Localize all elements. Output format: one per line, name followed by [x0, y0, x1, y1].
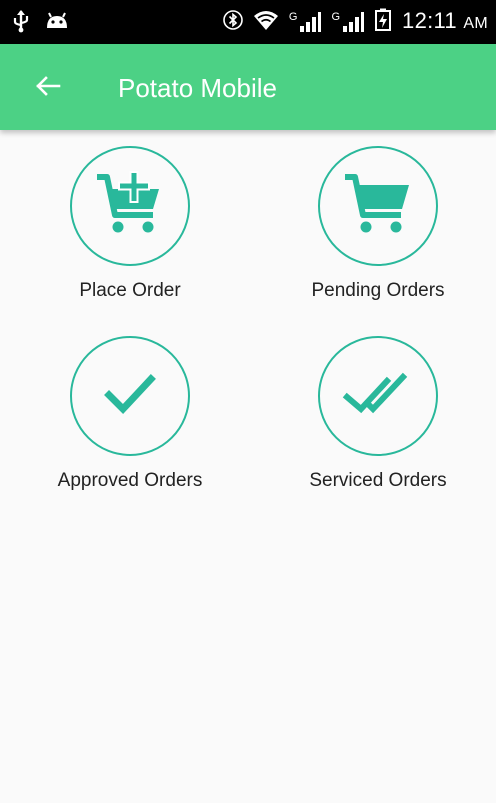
app-bar: Potato Mobile	[0, 44, 496, 130]
place-order-icon-circle	[70, 146, 190, 266]
approved-orders-label: Approved Orders	[57, 470, 203, 491]
wifi-icon	[253, 9, 279, 36]
cart-icon	[341, 167, 415, 246]
pending-orders-tile[interactable]: Pending Orders	[268, 146, 488, 316]
serviced-orders-icon-circle	[318, 336, 438, 456]
check-icon	[95, 359, 165, 434]
pending-orders-label: Pending Orders	[311, 280, 445, 301]
bluetooth-icon	[223, 8, 243, 37]
status-bar: G G 12:11 AM	[0, 0, 496, 44]
signal-icon-1: G	[289, 11, 322, 33]
android-icon	[44, 11, 70, 36]
serviced-orders-tile[interactable]: Serviced Orders	[268, 336, 488, 506]
approved-orders-icon-circle	[70, 336, 190, 456]
back-button[interactable]	[30, 72, 66, 104]
arrow-back-icon	[35, 75, 61, 102]
place-order-tile[interactable]: Place Order	[20, 146, 240, 316]
pending-orders-icon-circle	[318, 146, 438, 266]
cart-add-icon	[93, 167, 167, 246]
serviced-orders-label: Serviced Orders	[309, 470, 447, 491]
app-title: Potato Mobile	[118, 73, 277, 103]
double-check-icon	[341, 359, 415, 434]
approved-orders-tile[interactable]: Approved Orders	[20, 336, 240, 506]
battery-charging-icon	[374, 8, 392, 37]
place-order-label: Place Order	[79, 280, 181, 301]
usb-icon	[12, 9, 30, 38]
signal-icon-2: G	[331, 11, 365, 33]
clock: 12:11 AM	[402, 7, 488, 33]
